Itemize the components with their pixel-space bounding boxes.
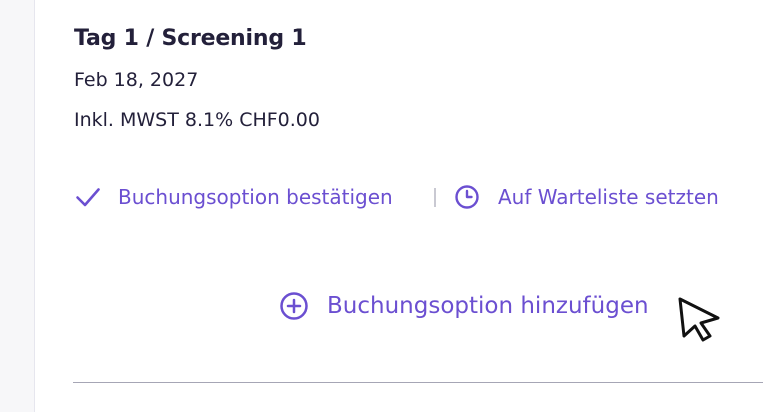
booking-card: Tag 1 / Screening 1 Feb 18, 2027 Inkl. M… [34,0,763,412]
section-divider [73,382,763,383]
session-date: Feb 18, 2027 [74,69,199,91]
tax-note: Inkl. MWST 8.1% CHF0.00 [74,109,320,131]
plus-circle-icon [279,291,309,321]
mouse-pointer-icon [676,296,722,342]
confirm-booking-option-label: Buchungsoption bestätigen [118,185,393,209]
confirm-booking-option-button[interactable]: Buchungsoption bestätigen [75,184,393,210]
waitlist-button[interactable]: Auf Warteliste setzten [454,184,719,210]
add-booking-option-label: Buchungsoption hinzufügen [327,293,649,319]
add-booking-option-button[interactable]: Buchungsoption hinzufügen [279,291,649,321]
waitlist-label: Auf Warteliste setzten [498,185,719,209]
check-icon [75,184,101,210]
session-title: Tag 1 / Screening 1 [74,26,307,51]
clock-icon [454,184,480,210]
action-separator [434,188,436,207]
